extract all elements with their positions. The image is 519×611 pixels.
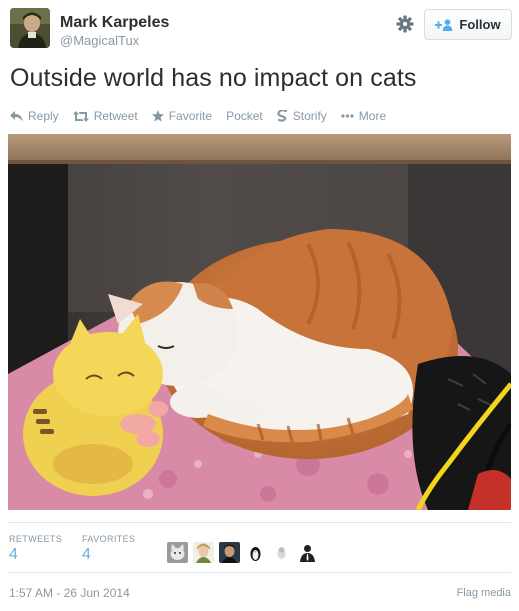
pocket-label: Pocket [226,109,263,123]
tweet-photo[interactable] [8,134,511,510]
favorites-count: 4 [82,546,91,563]
avatar[interactable] [10,8,50,48]
stats-divider-top [8,522,511,523]
retweets-stat[interactable]: RETWEETS 4 [9,534,62,564]
more-action[interactable]: More [341,109,386,123]
favorite-label: Favorite [168,109,213,123]
flag-media-link[interactable]: Flag media [457,587,511,599]
add-user-icon [435,18,453,31]
reply-label: Reply [28,109,59,123]
favorites-stat[interactable]: FAVORITES 4 [82,534,135,564]
star-icon [151,110,164,122]
reply-action[interactable]: Reply [10,109,59,123]
storify-action[interactable]: Storify [277,109,327,123]
retweet-label: Retweet [93,109,138,123]
retweets-label: RETWEETS [9,534,63,544]
storify-label: Storify [292,109,327,123]
retweet-action[interactable]: Retweet [72,109,138,123]
favoriter-avatars [167,542,318,563]
favorites-label: FAVORITES [82,534,136,544]
user-name[interactable]: Mark Karpeles [60,14,169,32]
tweet-header: Mark Karpeles @MagicalTux Follow [10,8,512,54]
user-handle[interactable]: @MagicalTux [60,33,139,48]
retweets-count: 4 [9,546,18,563]
follow-label: Follow [459,17,501,32]
woman-avatar[interactable] [193,542,214,563]
pocket-action[interactable]: Pocket [226,109,263,123]
follow-button[interactable]: Follow [424,9,512,40]
more-dots-icon [341,114,354,118]
gear-icon[interactable] [395,14,415,34]
silhouette-avatar[interactable] [297,542,318,563]
cat-avatar[interactable] [167,542,188,563]
tweet-actions: Reply Retweet Favorite Pocket Storify Mo… [10,108,400,124]
tweet-timestamp[interactable]: 1:57 AM - 26 Jun 2014 [9,586,130,600]
tweet-stats: RETWEETS 4 FAVORITES 4 [9,534,511,564]
egg-avatar[interactable] [271,542,292,563]
favorite-action[interactable]: Favorite [151,109,213,123]
stats-divider-bottom [8,572,511,573]
reply-icon [10,110,23,122]
penguin-avatar[interactable] [245,542,266,563]
more-label: More [358,109,387,123]
storify-icon [277,110,288,122]
tweet-text: Outside world has no impact on cats [10,64,417,92]
man-avatar[interactable] [219,542,240,563]
retweet-icon [72,110,89,122]
